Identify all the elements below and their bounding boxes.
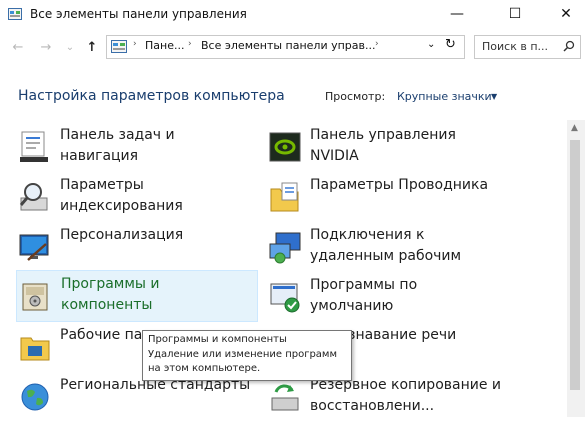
region-icon [21, 383, 49, 411]
search-icon[interactable] [563, 40, 575, 52]
page-title: Настройка параметров компьютера [18, 88, 285, 104]
remote-desktop-icon [269, 232, 301, 264]
item-label: Параметры индексирования [60, 177, 183, 214]
window-title: Все элементы панели управления [30, 7, 247, 21]
item-label: Панель задач и навигация [60, 127, 175, 164]
view-label: Просмотр: [325, 90, 386, 103]
item-programs-and-features[interactable]: Программы и компоненты [16, 270, 258, 322]
tooltip: Программы и компоненты Удаление или изме… [142, 330, 352, 381]
search-placeholder: Поиск в п... [482, 40, 548, 53]
backup-icon [271, 384, 299, 411]
item-remote-desktop[interactable]: Подключения к удаленным рабочим [266, 222, 556, 272]
address-bar[interactable]: › Пане... › Все элементы панели управ...… [106, 35, 465, 59]
item-label: Панель управления NVIDIA [310, 127, 456, 164]
item-taskbar[interactable]: Панель задач и навигация [16, 122, 256, 172]
title-bar: Все элементы панели управления — ☐ ✕ [0, 0, 585, 31]
scroll-up-icon[interactable]: ▲ [571, 123, 578, 133]
tooltip-title: Программы и компоненты [148, 334, 287, 345]
work-folders-icon [20, 337, 50, 361]
breadcrumb-item[interactable]: Пане... [145, 39, 184, 52]
forward-button[interactable]: → [36, 38, 56, 58]
item-label: Резервное копирование и восстановлени... [310, 377, 502, 414]
nvidia-icon [269, 132, 301, 162]
item-indexing[interactable]: Параметры индексирования [16, 172, 256, 222]
tooltip-line: Удаление или изменение программ [148, 349, 338, 360]
taskbar-icon [20, 131, 48, 162]
item-personalization[interactable]: Персонализация [16, 222, 256, 272]
default-programs-icon [270, 283, 300, 313]
breadcrumb-separator: › [375, 39, 379, 49]
indexing-icon [19, 183, 48, 211]
item-label: Параметры Проводника [310, 177, 489, 193]
recent-locations-button[interactable]: ⌄ [60, 38, 80, 58]
view-mode-dropdown[interactable]: Крупные значки [397, 90, 492, 103]
minimize-button[interactable]: — [438, 0, 476, 28]
breadcrumb-separator: › [188, 39, 192, 49]
search-input[interactable]: Поиск в п... [474, 35, 581, 59]
item-folder-options[interactable]: Параметры Проводника [266, 172, 556, 222]
item-label: Программы и компоненты [61, 276, 160, 313]
item-default-programs[interactable]: Программы по умолчанию [266, 272, 556, 322]
control-panel-icon [8, 8, 22, 20]
close-button[interactable]: ✕ [547, 0, 585, 28]
navigation-bar: ← → ⌄ ↑ › Пане... › Все элементы панели … [0, 30, 585, 64]
chevron-down-icon[interactable]: ▼ [491, 92, 497, 101]
item-label: Рабочие па [60, 327, 143, 343]
maximize-button[interactable]: ☐ [496, 0, 534, 28]
breadcrumb-separator: › [133, 39, 137, 49]
refresh-button[interactable]: ↻ [445, 37, 456, 52]
back-button[interactable]: ← [8, 38, 28, 58]
control-panel-icon [111, 40, 127, 53]
tooltip-line: на этом компьютере. [148, 363, 261, 374]
item-label: Персонализация [60, 227, 184, 243]
scrollbar-thumb[interactable] [570, 140, 580, 390]
breadcrumb-item[interactable]: Все элементы панели управ... [201, 39, 376, 52]
programs-icon [22, 283, 48, 311]
personalization-icon [19, 234, 49, 261]
up-button[interactable]: ↑ [82, 38, 102, 58]
folder-options-icon [270, 182, 299, 212]
item-nvidia[interactable]: Панель управления NVIDIA [266, 122, 556, 172]
address-dropdown-button[interactable]: ⌄ [427, 39, 435, 50]
item-label: Программы по умолчанию [310, 277, 418, 314]
item-label: знавание речи [348, 327, 457, 343]
item-label: Подключения к удаленным рабочим [310, 227, 462, 264]
